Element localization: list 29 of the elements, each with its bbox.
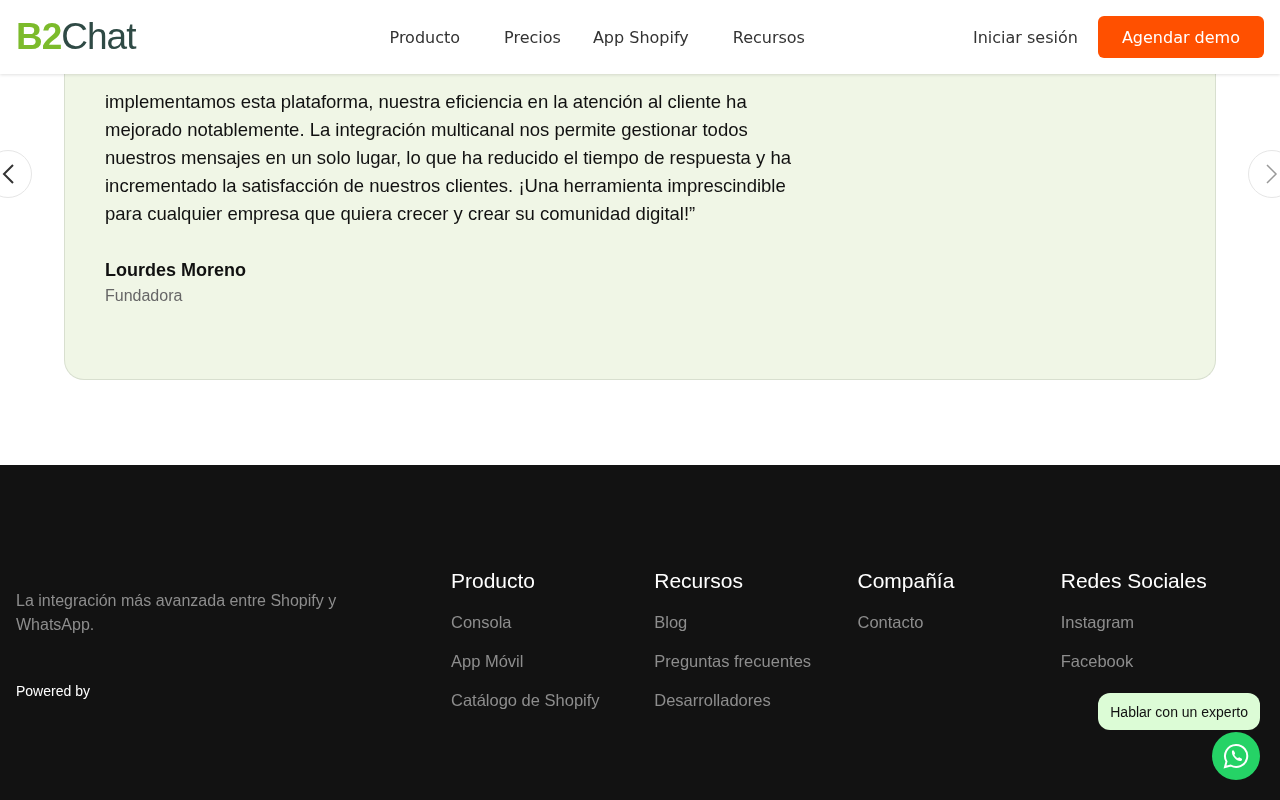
footer-heading: Compañía <box>857 569 956 593</box>
nav-link[interactable]: Precios <box>504 27 561 47</box>
chat-prompt-button[interactable]: Hablar con un experto <box>1098 693 1260 730</box>
chevron-left-icon <box>1 163 15 185</box>
testimonial-quote: implementamos esta plataforma, nuestra eficiencia en la atención al cliente ha mejorado notablemente. La integración multicanal nos permite gestionar todos nuestros mensajes en un solo lugar, lo que ha reducido el tiempo de respuesta y ha incrementado la satisfacción de nuestros clientes. ¡Una herramienta imprescindible para cualquier empresa que quiera crecer y crear su comunidad digital!” <box>105 90 792 226</box>
nav-link[interactable]: App Shopify <box>592 27 689 47</box>
demo-button[interactable]: Agendar demo <box>1097 16 1264 58</box>
footer-link[interactable]: Instagram <box>1060 613 1264 632</box>
footer-link[interactable]: Desarrolladores <box>654 691 858 710</box>
chevron-right-icon <box>1265 163 1279 185</box>
author-role: Fundadora <box>105 287 184 305</box>
nav-link[interactable]: Recursos <box>732 27 805 47</box>
footer-tagline: La integración más avanzada entre Shopify y WhatsApp. <box>16 591 338 635</box>
footer-link[interactable]: App Móvil <box>451 652 655 671</box>
chat-phone-icon <box>1223 743 1249 769</box>
footer-link[interactable]: Blog <box>654 613 858 632</box>
footer-heading: Redes Sociales <box>1060 569 1208 593</box>
footer-link[interactable]: Contacto <box>857 613 1061 632</box>
powered-by-label: Powered by <box>16 683 91 699</box>
footer-link[interactable]: Catálogo de Shopify <box>451 691 655 710</box>
footer-heading: Producto <box>451 569 537 593</box>
footer-link[interactable]: Facebook <box>1060 652 1264 671</box>
author-name: Lourdes Moreno <box>105 260 247 281</box>
footer-link[interactable]: Consola <box>451 613 655 632</box>
nav-link[interactable]: Producto <box>389 27 461 47</box>
footer-heading: Recursos <box>654 569 744 593</box>
login-link[interactable]: Iniciar sesión <box>973 27 1078 47</box>
logo[interactable]: B2Chat <box>16 16 136 58</box>
footer-link[interactable]: Preguntas frecuentes <box>654 652 858 671</box>
